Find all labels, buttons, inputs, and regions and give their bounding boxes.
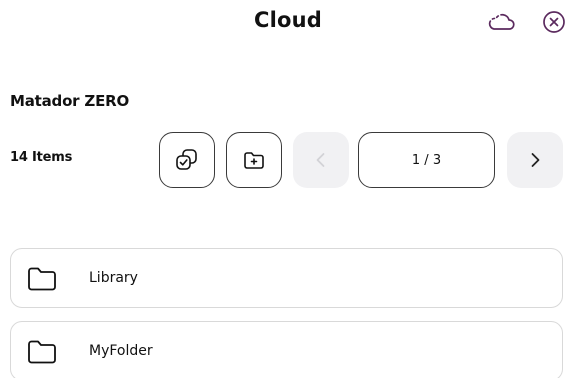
item-count: 14 Items xyxy=(10,150,73,165)
list-item-label: Library xyxy=(89,270,138,286)
list-item-label: MyFolder xyxy=(89,343,153,359)
cloud-browser: Cloud Matador ZERO 14 Items 1 / 3 Librar… xyxy=(0,0,565,378)
folder-name: Matador ZERO xyxy=(10,92,130,110)
close-icon[interactable] xyxy=(540,8,565,36)
multi-select-icon xyxy=(176,149,197,170)
prev-page-button[interactable] xyxy=(293,132,349,188)
next-page-button[interactable] xyxy=(507,132,563,188)
folder-icon xyxy=(28,267,56,291)
new-folder-button[interactable] xyxy=(226,132,282,188)
multi-select-button[interactable] xyxy=(159,132,215,188)
chevron-left-icon xyxy=(316,153,325,167)
pagination-indicator: 1 / 3 xyxy=(358,132,495,188)
folder-icon xyxy=(28,340,56,364)
list-item[interactable]: Library xyxy=(10,248,563,308)
page-title: Cloud xyxy=(253,8,323,32)
chevron-right-icon xyxy=(531,153,540,167)
cloud-icon[interactable] xyxy=(488,8,516,36)
new-folder-icon xyxy=(244,152,264,169)
list-item[interactable]: MyFolder xyxy=(10,321,563,378)
